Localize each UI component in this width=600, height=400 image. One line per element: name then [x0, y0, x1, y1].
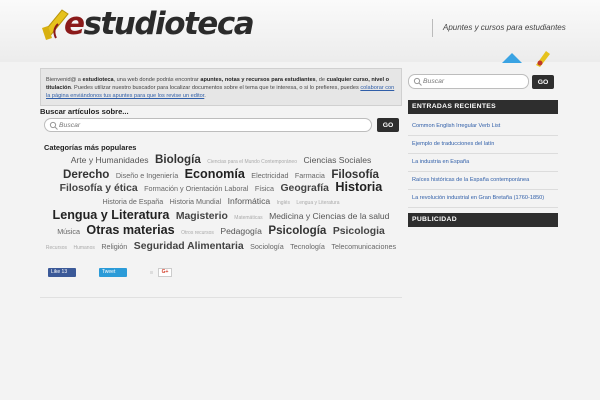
- search-icon: [413, 77, 422, 86]
- category-tag[interactable]: Telecomunicaciones: [331, 242, 396, 251]
- search-input[interactable]: [59, 120, 359, 130]
- sidebar-search-box[interactable]: [408, 74, 529, 89]
- category-tag[interactable]: Magisterio: [176, 211, 228, 222]
- rss-scroll-icon[interactable]: [532, 49, 552, 67]
- site-tagline: Apuntes y cursos para estudiantes: [432, 19, 566, 37]
- search-go-button[interactable]: GO: [377, 118, 399, 132]
- twitter-bird-icon[interactable]: [500, 51, 524, 65]
- category-tag[interactable]: Tecnología: [290, 242, 325, 251]
- category-tag[interactable]: Historia: [335, 180, 382, 194]
- category-tag[interactable]: Seguridad Alimentaria: [134, 241, 244, 252]
- category-tag[interactable]: Geografía: [280, 183, 329, 194]
- site-logo[interactable]: estudioteca: [64, 6, 255, 42]
- category-tag[interactable]: Inglés: [277, 200, 290, 206]
- sidebar-search-input[interactable]: [423, 76, 523, 87]
- category-tag[interactable]: Farmacia: [295, 171, 325, 180]
- intro-bold-resources: apuntes, notas y recursos para estudiant…: [200, 77, 316, 83]
- category-tag[interactable]: Economía: [185, 167, 245, 181]
- category-tag[interactable]: Humanos: [73, 245, 94, 251]
- category-tag[interactable]: Recursos: [46, 245, 67, 251]
- category-tag[interactable]: Biología: [155, 153, 201, 166]
- category-tag[interactable]: Sociología: [250, 242, 284, 251]
- category-tag[interactable]: Otras materias: [86, 223, 174, 237]
- site-header: estudioteca Apuntes y cursos para estudi…: [0, 0, 600, 67]
- category-tag[interactable]: Informática: [228, 196, 271, 206]
- category-tag[interactable]: Matemáticas: [234, 215, 262, 221]
- category-tag[interactable]: Lengua y Literatura: [296, 200, 339, 206]
- intro-text: . Puedes utilizar nuestro buscador para …: [70, 84, 361, 91]
- recent-post-link[interactable]: Ejemplo de traducciones del latín: [408, 136, 558, 154]
- categories-heading: Categorías más populares: [44, 143, 137, 152]
- welcome-intro: Bienvenid@ a estudioteca, una web donde …: [40, 68, 402, 106]
- search-icon: [49, 121, 58, 130]
- category-tag[interactable]: Lengua y Literatura: [53, 208, 170, 222]
- category-tag[interactable]: Música: [57, 227, 80, 236]
- content-divider: [40, 297, 402, 298]
- facebook-like-button[interactable]: Like 13: [48, 268, 76, 277]
- category-tag[interactable]: Arte y Humanidades: [71, 155, 149, 165]
- category-tag[interactable]: Física: [255, 184, 274, 193]
- sidebar-search: GO: [408, 74, 558, 89]
- category-tag[interactable]: Formación y Orientación Laboral: [144, 184, 248, 193]
- logo-wordmark: studioteca: [83, 6, 255, 42]
- sidebar-go-button[interactable]: GO: [532, 75, 554, 89]
- category-tag[interactable]: Filosofía y ética: [60, 183, 138, 194]
- category-tag[interactable]: Derecho: [63, 168, 109, 181]
- category-tag[interactable]: Historia Mundial: [170, 197, 222, 206]
- intro-bold-site: estudioteca: [82, 77, 114, 83]
- main-search: GO: [40, 118, 402, 133]
- recent-post-link[interactable]: La industria en España: [408, 154, 558, 172]
- recent-post-link[interactable]: La revolución industrial en Gran Bretaña…: [408, 190, 558, 208]
- recent-posts-title: ENTRADAS RECIENTES: [408, 100, 558, 114]
- intro-text: .: [204, 92, 206, 99]
- category-tag-cloud: Arte y Humanidades Biología Ciencias par…: [40, 153, 398, 254]
- category-tag[interactable]: Otros recursos: [181, 230, 214, 236]
- intro-text: , de: [315, 77, 327, 83]
- category-tag[interactable]: Ciencias para el Mundo Contemporáneo: [207, 159, 297, 165]
- advertising-title: PUBLICIDAD: [408, 213, 558, 227]
- gplus-button[interactable]: G+: [158, 268, 172, 277]
- category-tag[interactable]: Ciencias Sociales: [303, 155, 371, 165]
- recent-posts-list: Common English Irregular Verb List Ejemp…: [408, 118, 558, 208]
- intro-text: , una web donde podrás encontrar: [113, 77, 201, 83]
- share-separator: [150, 271, 153, 274]
- category-tag[interactable]: Historia de España: [102, 197, 163, 206]
- main-content: Bienvenid@ a estudioteca, una web donde …: [40, 68, 402, 300]
- recent-post-link[interactable]: Raíces históricas de la España contempor…: [408, 172, 558, 190]
- category-tag[interactable]: Psicologia: [333, 226, 385, 237]
- category-tag[interactable]: Psicología: [268, 224, 326, 237]
- category-tag[interactable]: Electricidad: [251, 171, 288, 180]
- logo-prefix: e: [64, 6, 85, 42]
- recent-post-link[interactable]: Common English Irregular Verb List: [408, 118, 558, 136]
- search-heading: Buscar artículos sobre...: [40, 107, 129, 116]
- intro-text: Bienvenid@ a: [46, 77, 83, 83]
- category-tag[interactable]: Religión: [101, 242, 127, 251]
- search-box[interactable]: [44, 118, 372, 132]
- category-tag[interactable]: Pedagogía: [220, 226, 262, 236]
- twitter-tweet-button[interactable]: Tweet: [99, 268, 127, 277]
- category-tag[interactable]: Diseño e Ingeniería: [116, 171, 178, 180]
- sidebar: GO ENTRADAS RECIENTES Common English Irr…: [408, 74, 558, 227]
- category-tag[interactable]: Medicina y Ciencias de la salud: [269, 211, 389, 221]
